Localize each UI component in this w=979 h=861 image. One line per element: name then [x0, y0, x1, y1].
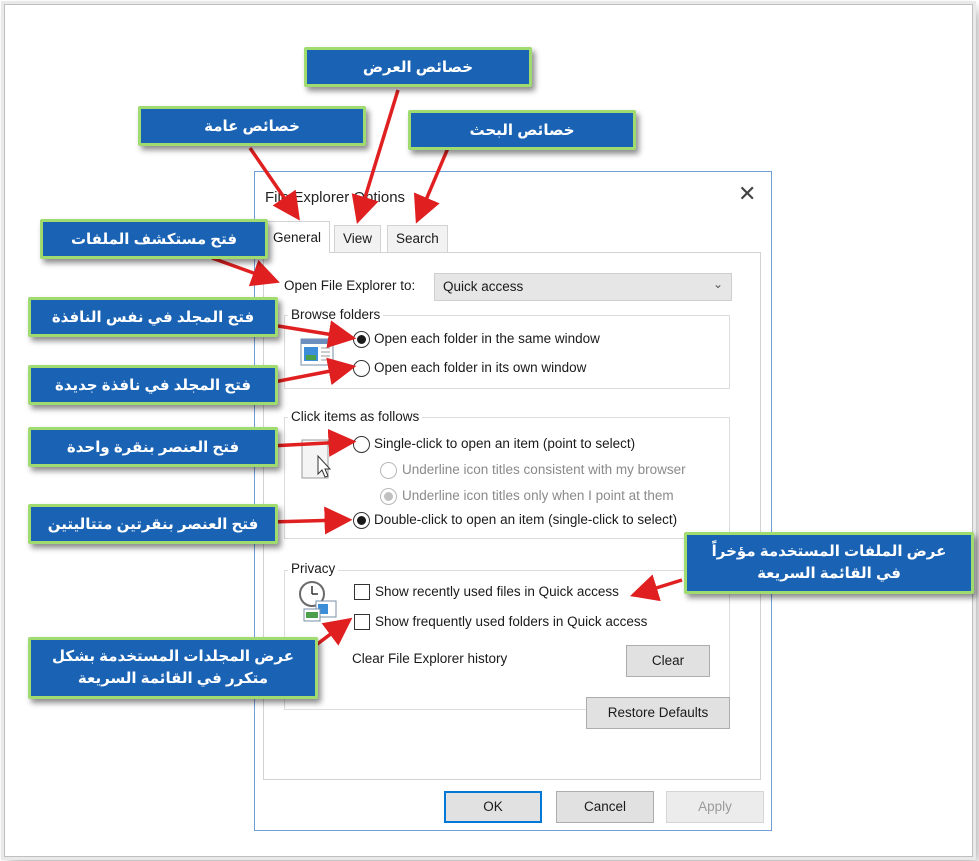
restore-defaults-button[interactable]: Restore Defaults — [586, 697, 730, 729]
close-icon[interactable]: ✕ — [738, 183, 756, 205]
chevron-down-icon: ⌄ — [712, 277, 723, 291]
callout-double-click-text: فتح العنصر بنقرتين متتاليتين — [47, 516, 259, 533]
privacy-clock-icon — [299, 581, 337, 622]
cursor-icon — [301, 439, 332, 479]
privacy-title: Privacy — [288, 561, 339, 576]
own-window-label: Open each folder in its own window — [374, 360, 587, 375]
callout-same-window-text: فتح المجلد في نفس النافذة — [51, 309, 255, 326]
file-explorer-options-dialog: File Explorer Options ✕ General View Sea… — [254, 171, 772, 831]
browse-folders-group — [284, 315, 730, 389]
callout-frequent-folders: عرض المجلدات المستخدمة بشكل متكرر في الق… — [28, 637, 318, 699]
tab-general[interactable]: General — [264, 221, 331, 253]
callout-view-properties-text: خصائص العرض — [362, 59, 474, 76]
tab-view[interactable]: View — [334, 225, 382, 252]
radio-own-window[interactable] — [353, 360, 370, 377]
single-click-label: Single-click to open an item (point to s… — [374, 436, 636, 451]
radio-same-window[interactable] — [353, 331, 370, 348]
radio-underline-browser[interactable] — [380, 462, 397, 479]
underline-browser-label: Underline icon titles consistent with my… — [402, 462, 686, 477]
callout-open-explorer: فتح مستكشف الملفات — [40, 219, 268, 259]
callout-new-window: فتح المجلد في نافذة جديدة — [28, 365, 278, 405]
underline-point-label: Underline icon titles only when I point … — [402, 488, 674, 503]
recent-files-label: Show recently used files in Quick access — [375, 584, 619, 599]
callout-search-properties: خصائص البحث — [408, 110, 636, 150]
tab-search[interactable]: Search — [387, 225, 448, 252]
callout-recent-line1: عرض الملفات المستخدمة مؤخراً — [711, 543, 947, 560]
double-click-label: Double-click to open an item (single-cli… — [374, 512, 678, 527]
callout-search-properties-text: خصائص البحث — [469, 122, 575, 139]
cancel-button[interactable]: Cancel — [556, 791, 654, 823]
same-window-label: Open each folder in the same window — [374, 331, 600, 346]
radio-single-click[interactable] — [353, 436, 370, 453]
callout-general-properties-text: خصائص عامة — [204, 118, 300, 135]
general-tab-panel: Open File Explorer to: Quick access ⌄ Br… — [263, 252, 761, 780]
callout-same-window: فتح المجلد في نفس النافذة — [28, 297, 278, 337]
apply-button[interactable]: Apply — [666, 791, 764, 823]
clear-history-label: Clear File Explorer history — [352, 651, 508, 666]
callout-general-properties: خصائص عامة — [138, 106, 366, 146]
dialog-title: File Explorer Options — [265, 189, 406, 206]
callout-frequent-line1: عرض المجلدات المستخدمة بشكل — [52, 648, 294, 665]
open-explorer-value: Quick access — [443, 279, 524, 294]
click-items-title: Click items as follows — [288, 409, 423, 424]
checkbox-recent-files[interactable] — [354, 584, 370, 600]
open-explorer-select[interactable]: Quick access ⌄ — [434, 273, 732, 301]
callout-view-properties: خصائص العرض — [304, 47, 532, 87]
open-explorer-label: Open File Explorer to: — [284, 278, 416, 293]
checkbox-frequent-folders[interactable] — [354, 614, 370, 630]
title-bar: File Explorer Options ✕ — [255, 172, 771, 222]
ok-button[interactable]: OK — [444, 791, 542, 823]
folder-window-icon — [300, 338, 334, 366]
callout-recent-line2: في القائمة السريعة — [757, 565, 901, 582]
callout-frequent-line2: متكرر في القائمة السريعة — [77, 670, 269, 687]
callout-new-window-text: فتح المجلد في نافذة جديدة — [54, 377, 252, 394]
radio-double-click[interactable] — [353, 512, 370, 529]
callout-single-click: فتح العنصر بنقرة واحدة — [28, 427, 278, 467]
radio-underline-point[interactable] — [380, 488, 397, 505]
callout-open-explorer-text: فتح مستكشف الملفات — [70, 231, 238, 248]
clear-button[interactable]: Clear — [626, 645, 710, 677]
callout-single-click-text: فتح العنصر بنقرة واحدة — [66, 439, 240, 456]
browse-folders-title: Browse folders — [288, 307, 384, 322]
callout-double-click: فتح العنصر بنقرتين متتاليتين — [28, 504, 278, 544]
callout-recent-files: عرض الملفات المستخدمة مؤخراً في القائمة … — [684, 532, 974, 594]
frequent-folders-label: Show frequently used folders in Quick ac… — [375, 614, 648, 629]
